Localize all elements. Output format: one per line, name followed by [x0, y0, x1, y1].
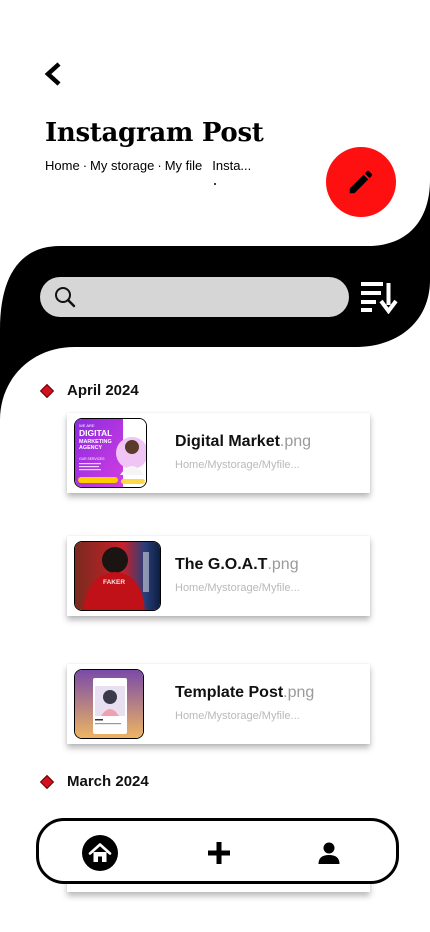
file-card-the-goat[interactable]: FAKER The G.O.A.T.png Home/Mystorage/Myf… — [67, 536, 370, 616]
search-bar — [40, 277, 349, 317]
breadcrumb-my-file[interactable]: My file — [165, 158, 203, 173]
file-path: Home/Mystorage/Myfile... — [175, 582, 300, 594]
file-name: Template Post.png — [175, 684, 315, 701]
pencil-icon — [349, 170, 373, 194]
file-thumbnail — [74, 669, 144, 739]
search-icon — [55, 287, 76, 308]
thumb-digital: DIGITAL — [79, 428, 112, 438]
page-title: Instagram Post — [45, 118, 264, 148]
file-card-digital-market[interactable]: WE ARE DIGITAL MARKETING AGENCY OUR SERV… — [67, 413, 370, 493]
breadcrumb-current: Insta... — [212, 158, 252, 173]
file-path: Home/Mystorage/Myfile... — [175, 710, 300, 722]
thumb-agency: AGENCY — [79, 445, 102, 451]
bottom-navigation — [36, 818, 399, 884]
user-icon — [318, 842, 340, 864]
section-label: April 2024 — [67, 382, 139, 399]
diamond-bullet-icon — [39, 383, 55, 398]
sort-button[interactable] — [360, 280, 398, 315]
section-label: March 2024 — [67, 773, 149, 790]
file-thumbnail: WE ARE DIGITAL MARKETING AGENCY OUR SERV… — [74, 418, 147, 488]
back-button[interactable] — [40, 60, 70, 90]
breadcrumb-dot — [214, 183, 216, 185]
home-icon — [82, 835, 118, 871]
breadcrumb-separator: · — [82, 158, 88, 173]
thumb-services: OUR SERVICES — [79, 457, 105, 461]
nav-add[interactable] — [201, 835, 237, 871]
breadcrumb-separator: · — [157, 158, 162, 173]
section-header-april-2024: April 2024 — [39, 382, 139, 399]
file-name: The G.O.A.T.png — [175, 556, 299, 573]
nav-profile[interactable] — [311, 835, 347, 871]
file-path: Home/Mystorage/Myfile... — [175, 459, 300, 471]
thumb-faker: FAKER — [103, 579, 125, 586]
breadcrumb: Home · My storage · My file Insta... — [45, 158, 251, 173]
plus-icon — [208, 842, 230, 864]
sort-descending-icon — [361, 282, 398, 315]
section-header-march-2024: March 2024 — [39, 773, 149, 790]
file-thumbnail: FAKER — [74, 541, 161, 611]
search-input[interactable] — [86, 282, 326, 312]
nav-home[interactable] — [82, 835, 118, 871]
edit-button[interactable] — [326, 147, 396, 217]
file-card-template-post[interactable]: Template Post.png Home/Mystorage/Myfile.… — [67, 664, 370, 744]
diamond-bullet-icon — [39, 774, 55, 789]
breadcrumb-my-storage[interactable]: My storage — [90, 158, 154, 173]
breadcrumb-home[interactable]: Home — [45, 158, 80, 173]
file-name: Digital Market.png — [175, 433, 312, 450]
chevron-left-icon — [44, 62, 61, 86]
